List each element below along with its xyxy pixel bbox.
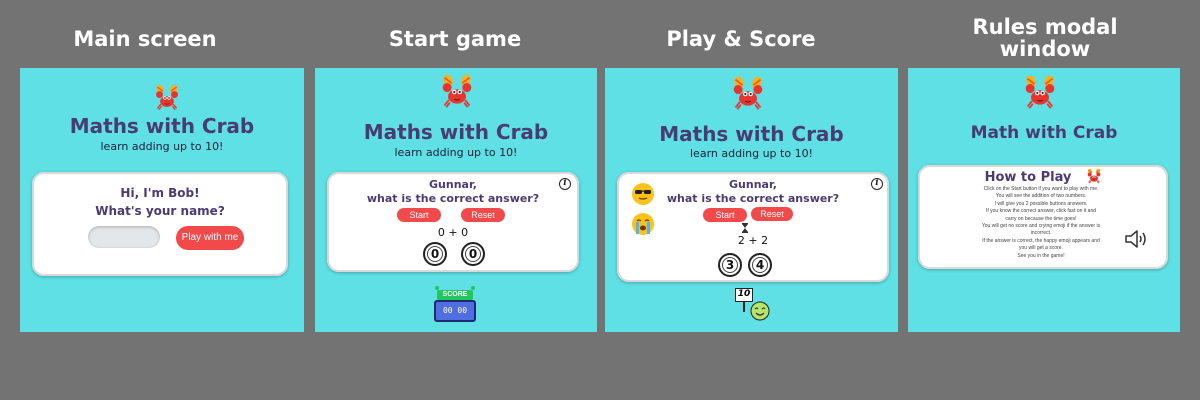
app-title: Maths with Crab — [659, 122, 844, 146]
rule-line: I will give you 2 possible buttons answe… — [994, 200, 1088, 207]
speaker-icon[interactable] — [1124, 228, 1150, 250]
panel-play-score: Maths with Crab learn adding up to 10! i… — [605, 68, 898, 332]
app-subtitle: learn adding up to 10! — [690, 147, 813, 160]
answer-button-2[interactable]: 4 — [748, 253, 772, 277]
welcome-card: Hi, I'm Bob! What's your name? Play with… — [32, 172, 288, 276]
crying-emoji-icon — [632, 213, 654, 235]
question-text: what is the correct answer? — [666, 192, 840, 205]
heading-rules-modal: Rules modal window — [920, 16, 1170, 60]
sum-text: 0 + 0 — [437, 226, 469, 239]
app-title: Maths with Crab — [69, 114, 255, 138]
score-display: 00 00 — [434, 300, 476, 322]
heading-play-score: Play & Score — [666, 27, 816, 51]
score-sign-icon: 10 — [735, 288, 775, 324]
app-title: Math with Crab — [970, 123, 1118, 143]
app-subtitle: learn adding up to 10! — [394, 146, 518, 159]
panel-rules-modal: Math with Crab How to Play Click on the … — [908, 68, 1180, 332]
crab-icon — [1023, 76, 1057, 110]
game-card: i Gunnar, what is the correct answer? St… — [327, 172, 579, 272]
score-label: SCORE — [437, 290, 473, 300]
scoreboard-icon: SCORE 00 00 — [433, 286, 477, 324]
start-button[interactable]: Start — [397, 208, 441, 222]
app-title: Maths with Crab — [363, 120, 549, 144]
heading-main-screen: Main screen — [73, 27, 217, 51]
reset-button[interactable]: Reset — [751, 207, 793, 221]
panel-start-game: Maths with Crab learn adding up to 10! i… — [315, 68, 597, 332]
crab-icon — [440, 75, 474, 109]
rule-line: See you in the game! — [1017, 252, 1065, 259]
game-card: i Gunnar, what is the correct answer? St… — [617, 172, 889, 282]
player-name: Gunnar, — [729, 178, 777, 191]
rule-line: carry on because the time goes! — [1005, 215, 1077, 222]
hourglass-icon — [742, 223, 748, 233]
greeting-text: Hi, I'm Bob! — [120, 186, 200, 200]
name-input[interactable] — [88, 226, 160, 248]
player-name: Gunnar, — [429, 178, 477, 191]
rule-line: If you know the correct answer, click fa… — [985, 208, 1097, 215]
crab-icon — [731, 77, 765, 111]
answer-button-1[interactable]: 3 — [718, 253, 742, 277]
reset-button[interactable]: Reset — [461, 208, 505, 222]
sum-text: 2 + 2 — [737, 234, 769, 247]
start-button[interactable]: Start — [703, 208, 747, 222]
modal-title: How to Play — [984, 170, 1072, 185]
answer-button-2[interactable]: 0 — [461, 242, 485, 266]
panel-main-screen: Maths with Crab learn adding up to 10! H… — [20, 68, 304, 332]
question-text: what is the correct answer? — [366, 192, 540, 205]
name-question: What's your name? — [95, 204, 225, 218]
app-subtitle: learn adding up to 10! — [100, 140, 224, 153]
rules-modal: How to Play Click on the Start button if… — [918, 165, 1168, 269]
heading-start-game: Start game — [388, 27, 522, 51]
heading-rules-line2: window — [999, 37, 1091, 61]
crab-icon — [1086, 169, 1102, 184]
rule-line: Click on the Start button if you want to… — [983, 186, 1099, 192]
answer-button-1[interactable]: 0 — [423, 242, 447, 266]
heading-rules-line1: Rules modal — [972, 15, 1118, 39]
rule-line: You will see the addition of two numbers… — [995, 193, 1087, 200]
play-with-me-button[interactable]: Play with me — [176, 226, 244, 250]
crab-icon — [154, 85, 180, 111]
